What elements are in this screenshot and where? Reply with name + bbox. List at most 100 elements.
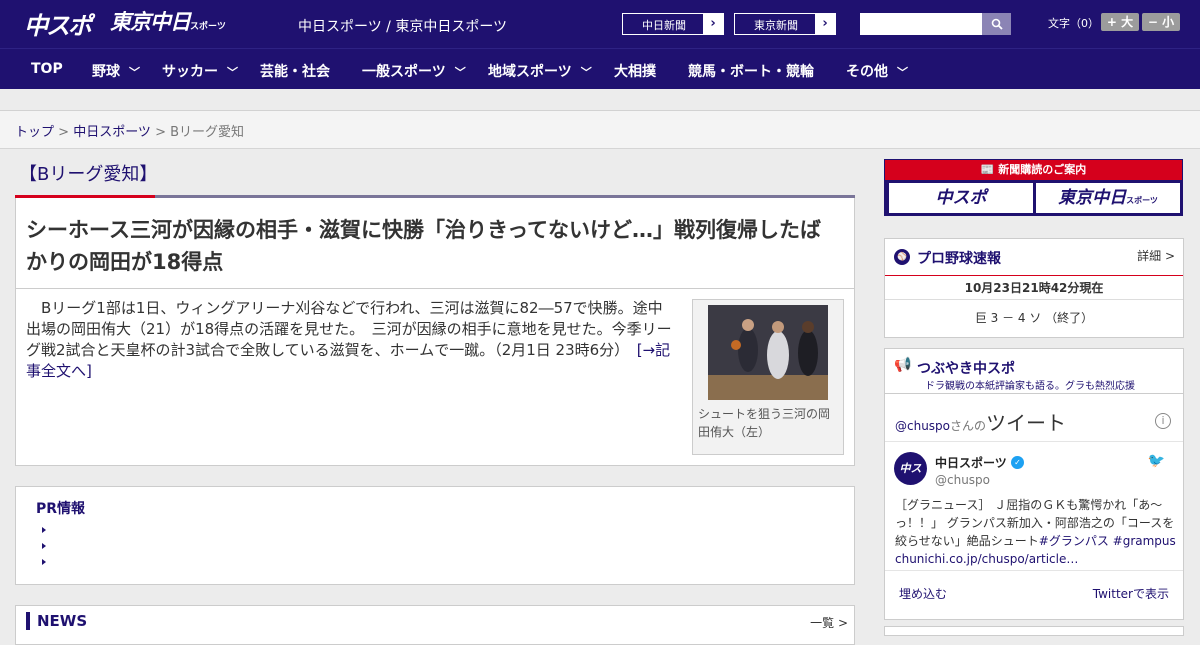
article-headline[interactable]: シーホース三河が因縁の相手・滋賀に快勝「治りきってないけど…」戦列復帰したばかり…: [26, 214, 841, 278]
subscribe-tokyo-logo[interactable]: 東京中日スポーツ: [1036, 183, 1180, 213]
twitter-divider-3: [885, 570, 1183, 571]
breadcrumb-section[interactable]: 中日スポーツ: [73, 125, 151, 140]
twitter-divider-2: [885, 441, 1183, 442]
search-input[interactable]: [860, 13, 982, 35]
nav-item-local-sports[interactable]: 地域スポーツ ﹀: [488, 61, 592, 81]
info-icon[interactable]: i: [1155, 413, 1171, 429]
baseball-title: プロ野球速報: [917, 251, 1001, 267]
article-photo-box: シュートを狙う三河の岡田侑大（左）: [692, 299, 844, 455]
baseball-divider-2: [885, 299, 1183, 300]
nav-item-baseball[interactable]: 野球 ﹀: [92, 61, 140, 81]
breadcrumb: トップ > 中日スポーツ > Bリーグ愛知: [0, 111, 1200, 149]
subscribe-tokyo-text: 東京中日: [1058, 188, 1127, 208]
twitter-account-name[interactable]: 中日スポーツ: [935, 454, 1007, 471]
nav-item-other[interactable]: その他 ﹀: [846, 61, 908, 81]
twitter-box-subtitle: ドラ観戦の本紙評論家も語る。グラも熱烈応援: [925, 381, 1135, 392]
subscription-banner-title: 📰 新聞購読のご案内: [885, 160, 1182, 180]
baseball-detail-link[interactable]: 詳細 >: [1137, 247, 1175, 264]
font-bigger-button[interactable]: + 大: [1101, 13, 1139, 31]
tokyo-shimbun-button[interactable]: 東京新聞 ›: [734, 13, 836, 35]
category-title: 【Bリーグ愛知】: [15, 150, 157, 198]
chunichi-shimbun-label: 中日新聞: [642, 19, 686, 32]
article-box: シーホース三河が因縁の相手・滋賀に快勝「治りきってないけど…」戦列復帰したばかり…: [15, 198, 855, 466]
baseball-scores-box: ⚾ プロ野球速報 詳細 > 10月23日21時42分現在 巨 3 － 4 ソ （…: [884, 238, 1184, 338]
twitter-box-title: つぶやき中スポ: [917, 361, 1015, 377]
sidebar-next-box: [884, 626, 1184, 636]
basketball-photo-image: [708, 305, 828, 400]
megaphone-icon: 📢: [894, 357, 912, 373]
article-body-text: Bリーグ1部は1日、ウィングアリーナ刈谷などで行われ、三河は滋賀に82―57で快…: [26, 299, 672, 359]
chunichi-shimbun-button[interactable]: 中日新聞 ›: [622, 13, 724, 35]
nav-item-general-sports[interactable]: 一般スポーツ ﹀: [362, 61, 466, 81]
tokyo-shimbun-label: 東京新聞: [754, 19, 798, 32]
headline-divider: [16, 288, 854, 289]
chevron-down-icon: ﹀: [129, 66, 140, 79]
baseball-score[interactable]: 巨 3 － 4 ソ （終了）: [885, 309, 1183, 326]
news-box: NEWS 一覧 >: [15, 605, 855, 645]
nav-item-sumo[interactable]: 大相撲: [614, 61, 656, 81]
tweet-hashtag[interactable]: #grampus: [1113, 534, 1176, 548]
tokyo-logo-small: スポーツ: [190, 22, 226, 32]
subscription-banner[interactable]: 📰 新聞購読のご案内 中スポ 東京中日スポーツ: [884, 159, 1183, 216]
spacer-strip: [0, 89, 1200, 111]
subscribe-tokyo-small: スポーツ: [1126, 196, 1158, 205]
pr-bullet-icon[interactable]: [42, 559, 46, 565]
twitter-timeline-header: @chuspoさんのツイート: [895, 407, 1066, 436]
tweet-link[interactable]: chunichi.co.jp/chuspo/article…: [895, 552, 1078, 566]
twitter-divider: [885, 393, 1183, 394]
view-on-twitter-link[interactable]: Twitterで表示: [1093, 585, 1169, 602]
nav-label: 一般スポーツ: [362, 64, 446, 80]
site-name: 中日スポーツ / 東京中日スポーツ: [298, 19, 508, 35]
breadcrumb-top[interactable]: トップ: [15, 125, 54, 140]
nav-label: その他: [846, 64, 888, 80]
chevron-down-icon: ﹀: [580, 66, 592, 79]
nav-item-entertainment[interactable]: 芸能・社会: [260, 61, 330, 81]
nav-label: 野球: [92, 64, 120, 80]
twitter-bird-icon[interactable]: 🐦: [1148, 453, 1165, 469]
font-size-label: 文字（0）: [1048, 17, 1099, 30]
chevron-down-icon: ﹀: [454, 66, 466, 79]
chevron-right-icon: ›: [703, 14, 723, 34]
nav-item-top[interactable]: TOP: [31, 61, 63, 77]
chuspo-logo[interactable]: 中スポ: [24, 6, 92, 41]
subscribe-chuspo-logo[interactable]: 中スポ: [889, 183, 1033, 213]
nav-label: 芸能・社会: [260, 64, 330, 80]
tweet-text: ［グラニュース］ Ｊ屈指のＧＫも驚愕かれ「あ～っ！！」 グランパス新加入・阿部浩…: [895, 496, 1177, 568]
nav-label: 競馬・ボート・競輪: [688, 64, 814, 80]
pr-title: PR情報: [36, 501, 86, 517]
search-icon: [991, 18, 1003, 30]
twitter-handle-suffix: さんの: [950, 419, 987, 433]
twitter-box: 📢 つぶやき中スポ ドラ観戦の本紙評論家も語る。グラも熱烈応援 @chuspoさ…: [884, 348, 1184, 620]
search-button[interactable]: [982, 13, 1011, 35]
nav-label: 大相撲: [614, 64, 656, 80]
nav-label: サッカー: [162, 64, 218, 80]
pr-bullet-icon[interactable]: [42, 527, 46, 533]
category-header: 【Bリーグ愛知】: [15, 150, 855, 198]
pr-bullet-icon[interactable]: [42, 543, 46, 549]
photo-caption: シュートを狙う三河の岡田侑大（左）: [698, 407, 831, 439]
baseball-divider: [885, 275, 1183, 276]
font-smaller-button[interactable]: − 小: [1142, 13, 1180, 31]
pr-box: PR情報: [15, 486, 855, 585]
nav-label: TOP: [31, 61, 63, 77]
twitter-account-user[interactable]: @chuspo: [935, 473, 990, 487]
nav-item-soccer[interactable]: サッカー ﹀: [162, 61, 238, 81]
chevron-right-icon: ›: [815, 14, 835, 34]
twitter-embed-link[interactable]: 埋め込む: [899, 585, 947, 602]
article-body: Bリーグ1部は1日、ウィングアリーナ刈谷などで行われ、三河は滋賀に82―57で快…: [26, 298, 676, 382]
tokyo-logo-text: 東京中日: [110, 10, 191, 34]
twitter-handle-link[interactable]: @chuspo: [895, 419, 950, 433]
tweet-hashtag[interactable]: #グランパス: [1039, 534, 1109, 548]
twitter-tweets-label: ツイート: [986, 411, 1067, 435]
news-list-link[interactable]: 一覧 >: [810, 614, 848, 631]
news-title: NEWS: [26, 612, 87, 630]
nav-label: 地域スポーツ: [488, 64, 572, 80]
verified-icon: ✓: [1011, 456, 1024, 469]
nav-item-racing[interactable]: 競馬・ボート・競輪: [688, 61, 814, 81]
chevron-down-icon: ﹀: [227, 66, 238, 79]
article-photo[interactable]: [708, 305, 828, 400]
tokyo-chunichi-logo[interactable]: 東京中日スポーツ: [110, 6, 226, 36]
breadcrumb-current: Bリーグ愛知: [170, 125, 245, 140]
site-header: 中スポ 東京中日スポーツ 中日スポーツ / 東京中日スポーツ 中日新聞 › 東京新…: [0, 0, 1200, 48]
avatar[interactable]: 中ス: [894, 452, 927, 485]
